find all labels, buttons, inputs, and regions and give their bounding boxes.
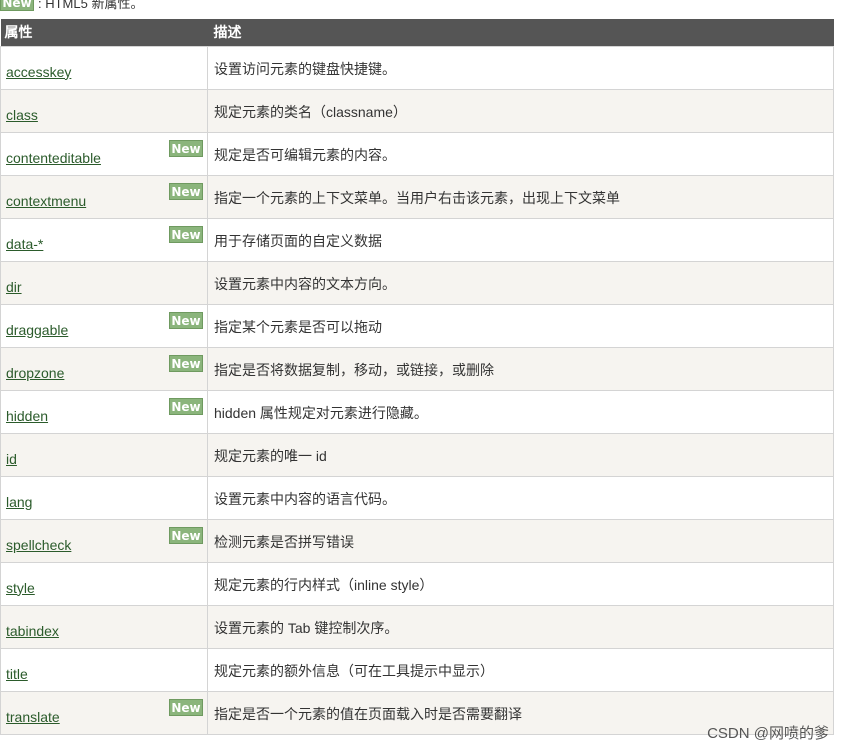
- table-row: dir 设置元素中内容的文本方向。: [0, 260, 834, 305]
- description-text: 指定是否将数据复制，移动，或链接，或删除: [214, 361, 494, 378]
- attribute-link[interactable]: tabindex: [6, 623, 59, 639]
- attribute-cell: class: [0, 88, 208, 133]
- description-text: 指定是否一个元素的值在页面载入时是否需要翻译: [214, 705, 522, 722]
- attribute-link[interactable]: spellcheck: [6, 537, 71, 553]
- attribute-cell: data-* New: [0, 217, 208, 262]
- description-text: 指定一个元素的上下文菜单。当用户右击该元素，出现上下文菜单: [214, 189, 620, 206]
- new-badge: New: [169, 526, 203, 544]
- description-text: 检测元素是否拼写错误: [214, 533, 354, 550]
- description-cell: 指定一个元素的上下文菜单。当用户右击该元素，出现上下文菜单: [207, 174, 834, 219]
- html5-legend: New : HTML5 新属性。: [0, 0, 143, 11]
- description-cell: 检测元素是否拼写错误: [207, 518, 834, 563]
- description-text: 规定元素的额外信息（可在工具提示中显示）: [214, 662, 494, 679]
- attribute-link[interactable]: style: [6, 580, 35, 596]
- attribute-link[interactable]: title: [6, 666, 28, 682]
- description-cell: 设置元素的 Tab 键控制次序。: [207, 604, 834, 649]
- description-text: 指定某个元素是否可以拖动: [214, 318, 382, 335]
- description-text: 规定元素的行内样式（inline style）: [214, 576, 434, 593]
- description-cell: 指定某个元素是否可以拖动: [207, 303, 834, 348]
- new-badge: New: [169, 354, 203, 372]
- table-row: accesskey 设置访问元素的键盘快捷键。: [0, 45, 834, 90]
- attribute-link[interactable]: class: [6, 107, 38, 123]
- table-row: hidden New hidden 属性规定对元素进行隐藏。: [0, 389, 834, 434]
- new-badge: New: [169, 698, 203, 716]
- attribute-cell: contenteditable New: [0, 131, 208, 176]
- attribute-link[interactable]: contenteditable: [6, 150, 101, 166]
- new-badge: New: [0, 0, 34, 11]
- table-body: accesskey 设置访问元素的键盘快捷键。 class 规定元素的类名（class…: [0, 45, 834, 735]
- description-cell: 规定元素的唯一 id: [207, 432, 834, 477]
- legend-text: : HTML5 新属性。: [38, 0, 144, 11]
- attribute-cell: contextmenu New: [0, 174, 208, 219]
- global-attributes-table: 属性 描述 accesskey 设置访问元素的键盘快捷键。 class 规定元素的类名…: [0, 19, 834, 735]
- description-text: 设置元素的 Tab 键控制次序。: [214, 619, 399, 636]
- page: New : HTML5 新属性。 属性 描述 accesskey 设置访问元素的键…: [0, 0, 843, 749]
- attribute-cell: accesskey: [0, 45, 208, 90]
- description-text: 设置访问元素的键盘快捷键。: [214, 60, 396, 77]
- attribute-cell: hidden New: [0, 389, 208, 434]
- attribute-cell: dropzone New: [0, 346, 208, 391]
- description-text: 规定元素的唯一 id: [214, 447, 327, 464]
- description-cell: 用于存储页面的自定义数据: [207, 217, 834, 262]
- attribute-link[interactable]: lang: [6, 494, 32, 510]
- attribute-cell: draggable New: [0, 303, 208, 348]
- attribute-link[interactable]: dropzone: [6, 365, 64, 381]
- new-badge: New: [169, 182, 203, 200]
- table-row: class 规定元素的类名（classname）: [0, 88, 834, 133]
- attribute-cell: spellcheck New: [0, 518, 208, 563]
- attribute-cell: dir: [0, 260, 208, 305]
- description-cell: 设置元素中内容的语言代码。: [207, 475, 834, 520]
- attribute-cell: tabindex: [0, 604, 208, 649]
- table-row: data-* New 用于存储页面的自定义数据: [0, 217, 834, 262]
- description-text: 用于存储页面的自定义数据: [214, 232, 382, 249]
- description-cell: 规定元素的类名（classname）: [207, 88, 834, 133]
- attribute-link[interactable]: contextmenu: [6, 193, 86, 209]
- new-badge: New: [169, 397, 203, 415]
- description-text: 规定是否可编辑元素的内容。: [214, 146, 396, 163]
- description-text: 规定元素的类名（classname）: [214, 103, 407, 120]
- table-row: contenteditable New 规定是否可编辑元素的内容。: [0, 131, 834, 176]
- table-row: title 规定元素的额外信息（可在工具提示中显示）: [0, 647, 834, 692]
- attribute-cell: id: [0, 432, 208, 477]
- attribute-link[interactable]: id: [6, 451, 17, 467]
- table-row: contextmenu New 指定一个元素的上下文菜单。当用户右击该元素，出现上下…: [0, 174, 834, 219]
- description-text: 设置元素中内容的语言代码。: [214, 490, 396, 507]
- table-row: draggable New 指定某个元素是否可以拖动: [0, 303, 834, 348]
- table-row: tabindex 设置元素的 Tab 键控制次序。: [0, 604, 834, 649]
- description-cell: 设置访问元素的键盘快捷键。: [207, 45, 834, 90]
- description-cell: 规定元素的行内样式（inline style）: [207, 561, 834, 606]
- attribute-cell: title: [0, 647, 208, 692]
- attribute-cell: lang: [0, 475, 208, 520]
- attribute-link[interactable]: hidden: [6, 408, 48, 424]
- attribute-cell: style: [0, 561, 208, 606]
- table-row: dropzone New 指定是否将数据复制，移动，或链接，或删除: [0, 346, 834, 391]
- description-text: 设置元素中内容的文本方向。: [214, 275, 396, 292]
- attribute-cell: translate New: [0, 690, 208, 735]
- table-row: style 规定元素的行内样式（inline style）: [0, 561, 834, 606]
- table-header-row: 属性 描述: [0, 19, 834, 46]
- attribute-link[interactable]: dir: [6, 279, 22, 295]
- attribute-column-header: 属性: [4, 24, 33, 41]
- table-row: id 规定元素的唯一 id: [0, 432, 834, 477]
- table-row: spellcheck New 检测元素是否拼写错误: [0, 518, 834, 563]
- description-cell: 指定是否将数据复制，移动，或链接，或删除: [207, 346, 834, 391]
- description-text: hidden 属性规定对元素进行隐藏。: [214, 404, 428, 421]
- watermark: CSDN @网喷的爹: [707, 725, 829, 742]
- attribute-link[interactable]: accesskey: [6, 64, 71, 80]
- attribute-link[interactable]: translate: [6, 709, 60, 725]
- new-badge: New: [169, 225, 203, 243]
- new-badge: New: [169, 311, 203, 329]
- description-cell: 设置元素中内容的文本方向。: [207, 260, 834, 305]
- description-cell: hidden 属性规定对元素进行隐藏。: [207, 389, 834, 434]
- new-badge: New: [169, 139, 203, 157]
- attribute-link[interactable]: draggable: [6, 322, 68, 338]
- description-cell: 规定是否可编辑元素的内容。: [207, 131, 834, 176]
- description-cell: 规定元素的额外信息（可在工具提示中显示）: [207, 647, 834, 692]
- description-column-header: 描述: [213, 24, 242, 41]
- attribute-link[interactable]: data-*: [6, 236, 43, 252]
- table-row: lang 设置元素中内容的语言代码。: [0, 475, 834, 520]
